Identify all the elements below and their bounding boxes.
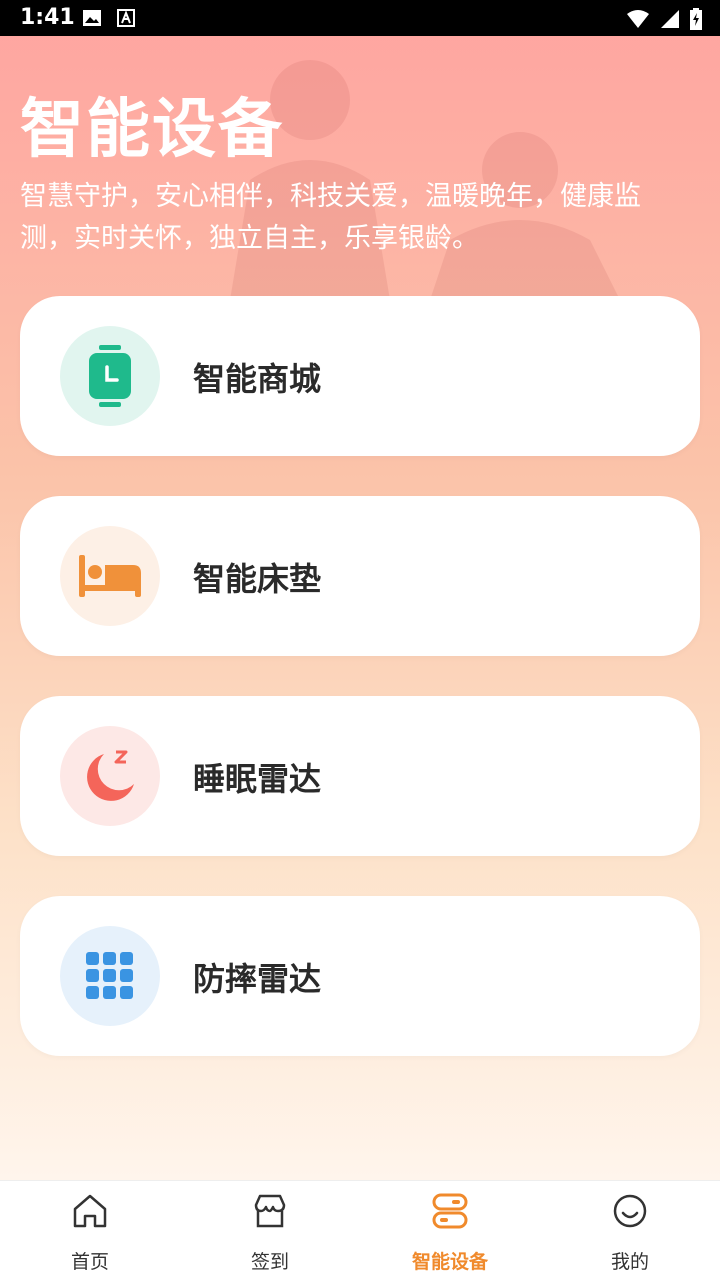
smile-icon	[613, 1194, 647, 1228]
status-time: 1:41	[20, 5, 75, 30]
device-label: 防摔雷达	[193, 960, 322, 998]
device-card-sleep-radar[interactable]: 睡眠雷达	[20, 696, 700, 856]
device-label: 智能床垫	[193, 560, 322, 598]
icon-circle	[60, 326, 160, 426]
watch-icon	[89, 345, 131, 407]
home-icon	[73, 1194, 107, 1228]
signal-icon	[661, 10, 679, 28]
moon-icon	[87, 750, 134, 801]
device-icon	[432, 1193, 468, 1229]
device-label: 睡眠雷达	[193, 760, 322, 798]
tab-checkin[interactable]: 签到	[180, 1181, 360, 1281]
tab-home[interactable]: 首页	[0, 1181, 180, 1281]
bed-icon	[79, 555, 141, 597]
page-title: 智能设备	[20, 93, 284, 167]
icon-circle	[60, 926, 160, 1026]
battery-icon	[690, 8, 702, 30]
device-card-fall-radar[interactable]: 防摔雷达	[20, 896, 700, 1056]
tab-label: 智能设备	[411, 1251, 488, 1273]
icon-circle	[60, 526, 160, 626]
device-label: 智能商城	[193, 360, 322, 398]
status-bar: 1:41	[0, 0, 720, 36]
device-card-smart-mall[interactable]: 智能商城	[20, 296, 700, 456]
tab-label: 签到	[250, 1251, 289, 1273]
icon-circle	[60, 726, 160, 826]
device-card-smart-mattress[interactable]: 智能床垫	[20, 496, 700, 656]
grid-icon	[86, 952, 133, 999]
bottom-tab-bar: 首页 签到 智能设备 我的	[0, 1180, 720, 1281]
tab-label: 首页	[70, 1251, 109, 1273]
a11y-notification-icon	[117, 9, 135, 27]
page-description: 智慧守护，安心相伴，科技关爱，温暖晚年，健康监测，实时关怀，独立自主，乐享银龄。	[20, 181, 641, 254]
tab-label: 我的	[610, 1251, 649, 1273]
image-notification-icon	[83, 10, 101, 26]
tab-smart-devices[interactable]: 智能设备	[360, 1181, 540, 1281]
shop-icon	[254, 1194, 286, 1228]
tab-mine[interactable]: 我的	[540, 1181, 720, 1281]
wifi-icon	[627, 10, 649, 28]
